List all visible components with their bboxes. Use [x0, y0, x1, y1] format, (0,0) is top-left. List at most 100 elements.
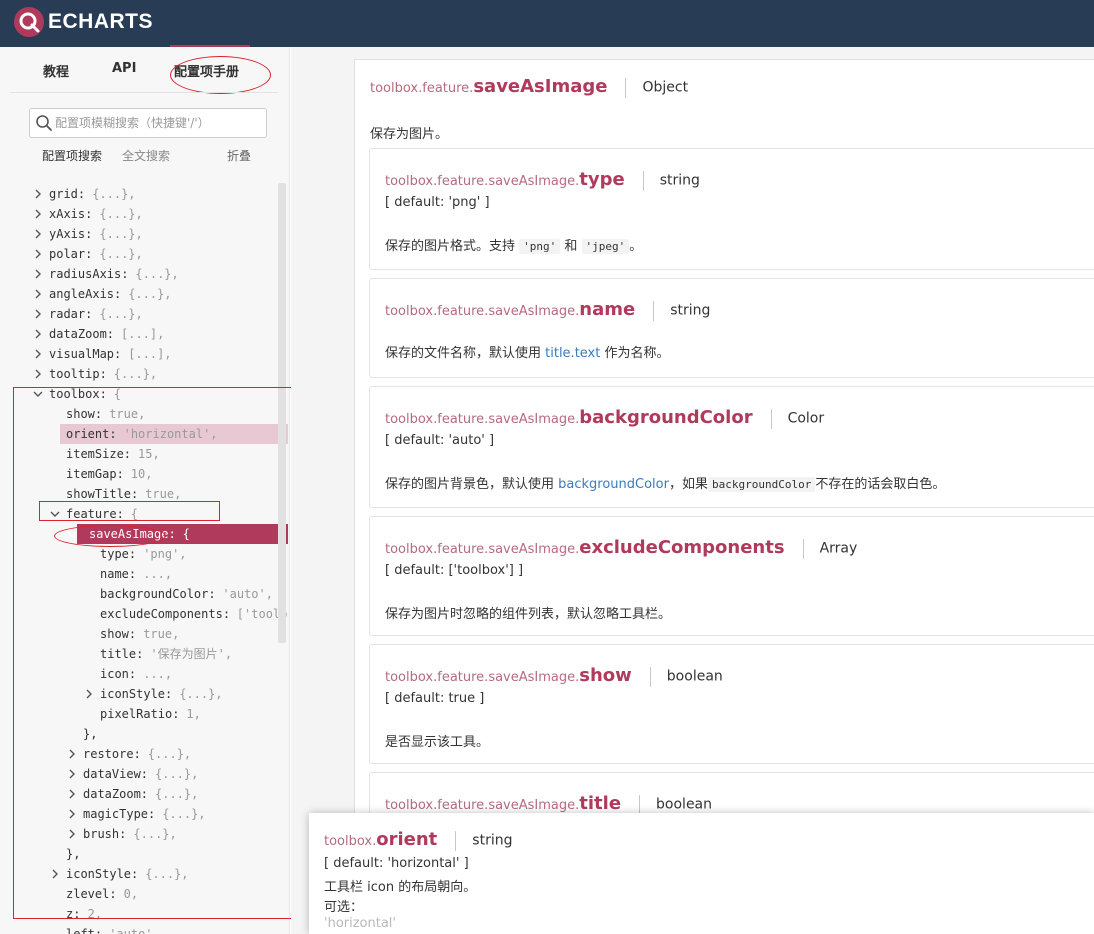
- tree-row[interactable]: showTitle: true,: [0, 484, 288, 504]
- doc-link[interactable]: title.text: [545, 346, 600, 361]
- tree-row[interactable]: itemSize: 15,: [0, 444, 288, 464]
- tree-row[interactable]: polar: {...},: [0, 244, 288, 264]
- tree-row[interactable]: saveAsImage: {: [67, 524, 288, 544]
- tree-key: dataZoom:: [49, 327, 115, 341]
- tree-key: dataView:: [83, 767, 149, 781]
- tree-row[interactable]: dataZoom: [...],: [0, 324, 288, 344]
- tree-row[interactable]: },: [0, 844, 288, 864]
- tree-row[interactable]: },: [0, 724, 288, 744]
- sidebar-scrollbar[interactable]: [278, 183, 286, 643]
- option-search-input[interactable]: [55, 113, 260, 133]
- tree-row[interactable]: xAxis: {...},: [0, 204, 288, 224]
- collapse-button[interactable]: 折叠: [227, 147, 251, 164]
- tree-row[interactable]: show: true,: [0, 624, 288, 644]
- tree-row[interactable]: visualMap: [...],: [0, 344, 288, 364]
- card-default-value: [ default: ['toolbox'] ]: [385, 563, 524, 578]
- card-property-name[interactable]: show: [579, 665, 632, 686]
- tree-value: {...},: [99, 247, 143, 261]
- echarts-logo[interactable]: ECHARTS: [13, 6, 153, 38]
- card-property-name[interactable]: excludeComponents: [579, 537, 784, 558]
- chevron-down-icon[interactable]: [66, 524, 78, 544]
- tree-key: brush:: [83, 827, 127, 841]
- tree-row[interactable]: brush: {...},: [0, 824, 288, 844]
- tree-row[interactable]: radar: {...},: [0, 304, 288, 324]
- tree-row[interactable]: restore: {...},: [0, 744, 288, 764]
- tree-row[interactable]: name:...,: [0, 564, 288, 584]
- chevron-right-icon[interactable]: [83, 684, 95, 704]
- tree-row[interactable]: itemGap: 10,: [0, 464, 288, 484]
- chevron-right-icon[interactable]: [32, 364, 44, 384]
- tree-key: },: [66, 847, 81, 861]
- tree-key: itemGap:: [66, 467, 124, 481]
- chevron-right-icon[interactable]: [66, 804, 78, 824]
- mode-option-search[interactable]: 配置项搜索: [42, 147, 102, 164]
- tree-row[interactable]: icon:...,: [0, 664, 288, 684]
- tab-tutorial[interactable]: 教程: [43, 61, 69, 80]
- chevron-right-icon[interactable]: [66, 744, 78, 764]
- popup-default: [ default: 'horizontal' ]: [324, 856, 469, 871]
- chevron-right-icon[interactable]: [32, 284, 44, 304]
- tree-value: 0,: [123, 887, 139, 901]
- card-property-name[interactable]: backgroundColor: [579, 407, 752, 428]
- search-modes: 配置项搜索 全文搜索 折叠: [0, 147, 290, 165]
- chevron-right-icon[interactable]: [32, 324, 44, 344]
- tree-row[interactable]: z: 2,: [0, 904, 288, 924]
- tree-row[interactable]: left: 'auto',: [0, 924, 288, 934]
- tree-row[interactable]: iconStyle: {...},: [0, 684, 288, 704]
- tree-key: type:: [100, 547, 137, 561]
- chevron-down-icon[interactable]: [49, 504, 61, 524]
- card-default-value: [ default: 'png' ]: [385, 195, 490, 210]
- tree-row[interactable]: backgroundColor: 'auto',: [0, 584, 288, 604]
- card-header: toolbox.feature.saveAsImage.backgroundCo…: [385, 407, 824, 429]
- chevron-right-icon[interactable]: [32, 344, 44, 364]
- search-icon: [36, 115, 52, 131]
- chevron-right-icon[interactable]: [49, 864, 61, 884]
- chevron-right-icon[interactable]: [32, 184, 44, 204]
- tree-value: 'horizontal',: [123, 427, 218, 441]
- card-type-label: string: [670, 302, 711, 319]
- tree-row[interactable]: zlevel: 0,: [0, 884, 288, 904]
- chevron-right-icon[interactable]: [32, 264, 44, 284]
- tree-key: toolbox:: [49, 387, 107, 401]
- tree-row[interactable]: feature: {: [0, 504, 288, 524]
- card-property-name[interactable]: title: [579, 793, 621, 814]
- tree-row[interactable]: yAxis: {...},: [0, 224, 288, 244]
- tree-row[interactable]: title: '保存为图片',: [0, 644, 288, 664]
- tree-row[interactable]: toolbox: {: [0, 384, 288, 404]
- tree-row[interactable]: pixelRatio: 1,: [0, 704, 288, 724]
- tree-row[interactable]: excludeComponents:['toolbox'],: [0, 604, 288, 624]
- chevron-right-icon[interactable]: [32, 204, 44, 224]
- card-property-name[interactable]: name: [579, 299, 635, 320]
- chevron-down-icon[interactable]: [32, 384, 44, 404]
- chevron-right-icon[interactable]: [66, 764, 78, 784]
- tree-row[interactable]: iconStyle: {...},: [0, 864, 288, 884]
- chevron-right-icon[interactable]: [66, 784, 78, 804]
- tree-row[interactable]: grid: {...},: [0, 184, 288, 204]
- tree-key: dataZoom:: [83, 787, 149, 801]
- tree-row[interactable]: radiusAxis: {...},: [0, 264, 288, 284]
- tree-key: radiusAxis:: [49, 267, 129, 281]
- tab-api[interactable]: API: [112, 61, 136, 76]
- chevron-right-icon[interactable]: [66, 824, 78, 844]
- tree-key: show:: [100, 627, 137, 641]
- tree-row[interactable]: type: 'png',: [0, 544, 288, 564]
- tree-value: 2,: [87, 907, 103, 921]
- tree-row[interactable]: dataView: {...},: [0, 764, 288, 784]
- tree-row[interactable]: show: true,: [0, 404, 288, 424]
- chevron-right-icon[interactable]: [32, 244, 44, 264]
- tree-value: {...},: [179, 687, 223, 701]
- echarts-logo-icon: [13, 6, 45, 38]
- chevron-right-icon[interactable]: [32, 224, 44, 244]
- chevron-right-icon[interactable]: [32, 304, 44, 324]
- tab-option-manual[interactable]: 配置项手册: [174, 61, 239, 80]
- tree-row[interactable]: orient: 'horizontal',: [60, 424, 288, 444]
- mode-fulltext-search[interactable]: 全文搜索: [122, 147, 170, 164]
- tree-row[interactable]: angleAxis: {...},: [0, 284, 288, 304]
- tree-row[interactable]: tooltip: {...},: [0, 364, 288, 384]
- tree-row[interactable]: dataZoom: {...},: [0, 784, 288, 804]
- doc-link[interactable]: backgroundColor: [558, 477, 669, 492]
- card-property-name[interactable]: type: [579, 169, 624, 190]
- tree-value: {...},: [133, 827, 177, 841]
- tree-row[interactable]: magicType: {...},: [0, 804, 288, 824]
- tree-value: {...},: [162, 807, 206, 821]
